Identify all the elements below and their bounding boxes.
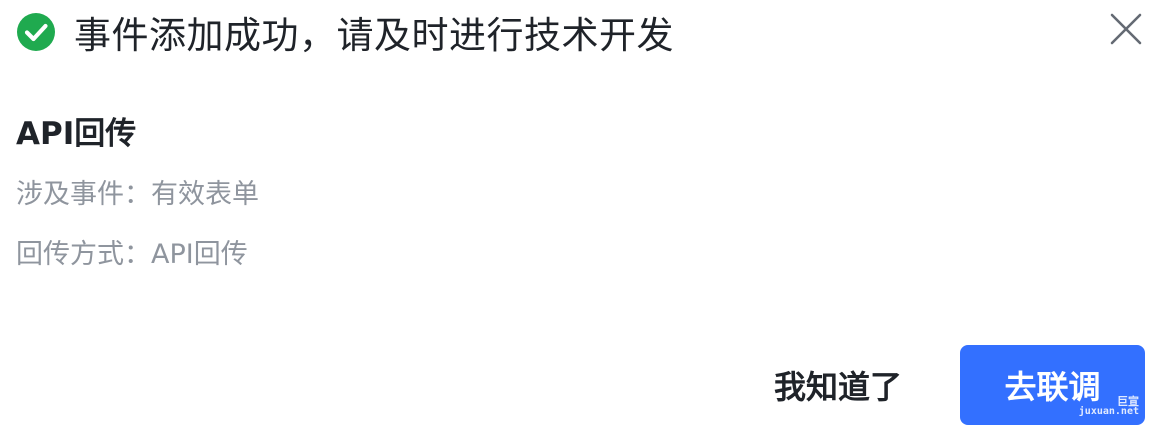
detail-value: API回传 (151, 239, 248, 270)
success-dialog: 事件添加成功，请及时进行技术开发 API回传 涉及事件：有效表单 回传方式：AP… (0, 0, 1157, 435)
close-button[interactable] (1107, 12, 1145, 50)
watermark: 巨宣 juxuan.net (1079, 396, 1139, 417)
detail-value: 有效表单 (151, 179, 259, 210)
detail-row-method: 回传方式：API回传 (16, 232, 248, 271)
section-title: API回传 (16, 116, 137, 152)
detail-row-event: 涉及事件：有效表单 (16, 172, 259, 211)
dialog-header: 事件添加成功，请及时进行技术开发 (16, 8, 674, 57)
detail-label: 涉及事件： (16, 179, 151, 210)
dialog-footer: 我知道了 去联调 巨宣 juxuan.net (748, 345, 1145, 425)
check-circle-icon (16, 12, 56, 52)
go-debug-button[interactable]: 去联调 巨宣 juxuan.net (960, 345, 1145, 425)
acknowledge-button[interactable]: 我知道了 (748, 345, 928, 425)
dialog-title: 事件添加成功，请及时进行技术开发 (74, 14, 674, 57)
watermark-bottom: juxuan.net (1078, 406, 1139, 417)
close-icon (1109, 12, 1143, 50)
detail-label: 回传方式： (16, 239, 151, 270)
